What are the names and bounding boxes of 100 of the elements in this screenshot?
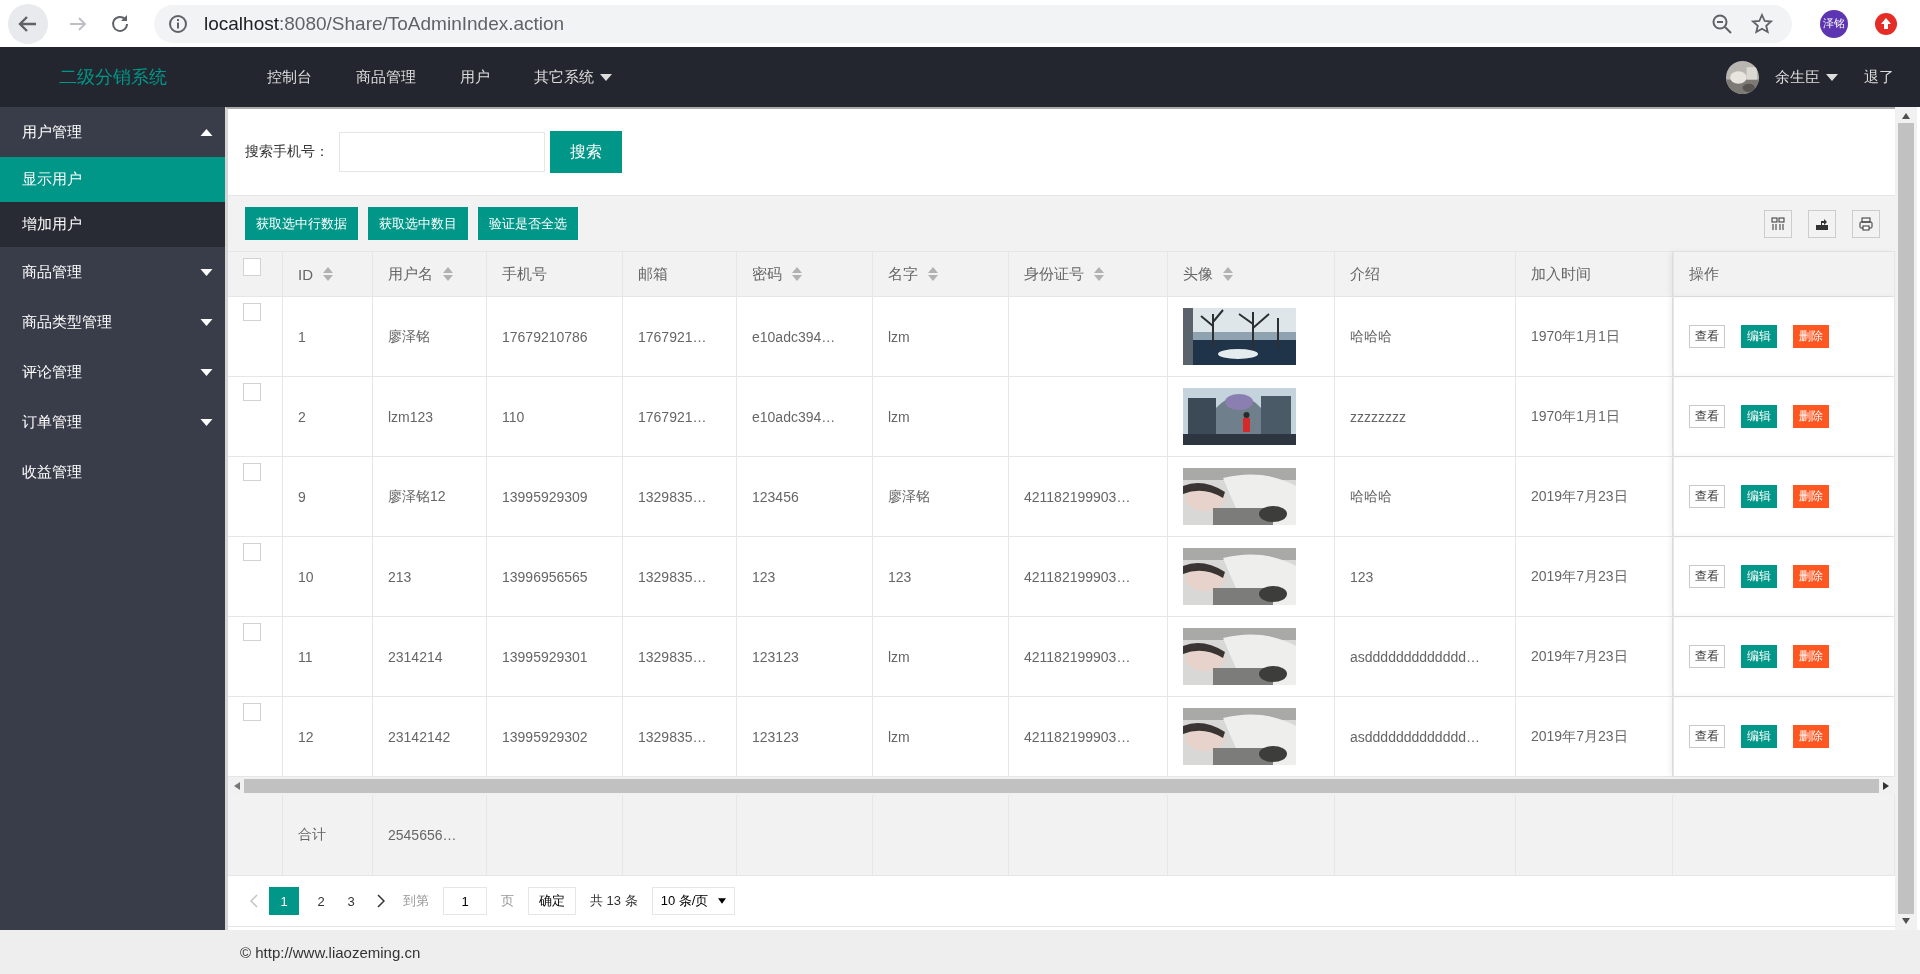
table-cell: lzm xyxy=(888,648,910,665)
nav-item[interactable]: 商品管理 xyxy=(334,67,438,87)
info-icon[interactable] xyxy=(168,13,188,34)
table-cell: 2019年7月23日 xyxy=(1531,727,1628,746)
column-header[interactable]: 用户名 xyxy=(388,264,453,284)
edit-button[interactable]: 编辑 xyxy=(1741,485,1777,508)
scroll-right-icon[interactable] xyxy=(1883,782,1889,790)
sort-icon[interactable] xyxy=(1223,267,1233,281)
sidebar-item[interactable]: 商品类型管理 xyxy=(0,297,225,347)
column-header[interactable]: 身份证号 xyxy=(1024,264,1104,284)
column-header: 操作 xyxy=(1689,264,1719,284)
nav-item[interactable]: 控制台 xyxy=(245,67,334,87)
table-cell: 2019年7月23日 xyxy=(1531,647,1628,666)
edit-button[interactable]: 编辑 xyxy=(1741,325,1777,348)
checkbox[interactable] xyxy=(243,543,261,561)
page-link[interactable]: 2 xyxy=(306,887,336,915)
view-button[interactable]: 查看 xyxy=(1689,725,1725,748)
sidebar-item[interactable]: 用户管理 xyxy=(0,107,225,157)
search-field[interactable] xyxy=(339,132,545,172)
column-header[interactable]: ID xyxy=(298,265,333,283)
table-cell: 421182199903… xyxy=(1024,648,1131,665)
edit-button[interactable]: 编辑 xyxy=(1741,565,1777,588)
caret-icon xyxy=(1826,73,1838,81)
view-button[interactable]: 查看 xyxy=(1689,325,1725,348)
table-cell: 1767921… xyxy=(638,408,707,425)
sort-icon[interactable] xyxy=(928,267,938,281)
search-label: 搜索手机号： xyxy=(245,143,329,161)
columns-icon[interactable] xyxy=(1764,209,1792,238)
table-cell: 廖泽铭 xyxy=(388,327,430,346)
table-cell: asddddddddddddd… xyxy=(1350,648,1480,665)
caret-icon xyxy=(200,318,213,326)
column-header[interactable]: 名字 xyxy=(888,264,938,284)
table-cell: 1767921… xyxy=(638,328,707,345)
table-cell: 421182199903… xyxy=(1024,488,1131,505)
confirm-button[interactable]: 确定 xyxy=(528,887,576,915)
logo-text[interactable]: 二级分销系统 xyxy=(0,65,225,89)
export-icon[interactable] xyxy=(1808,209,1836,238)
checkbox[interactable] xyxy=(243,258,261,276)
sidebar-item[interactable]: 收益管理 xyxy=(0,447,225,497)
edit-button[interactable]: 编辑 xyxy=(1741,645,1777,668)
star-icon[interactable] xyxy=(1750,11,1774,36)
sort-icon[interactable] xyxy=(443,267,453,281)
scrollbar-thumb[interactable] xyxy=(244,779,1879,793)
toolbar-button[interactable]: 获取选中行数据 xyxy=(245,207,358,240)
table-cell: 9 xyxy=(298,488,306,505)
edit-button[interactable]: 编辑 xyxy=(1741,405,1777,428)
goto-label: 到第 xyxy=(403,892,429,910)
horizontal-scrollbar[interactable] xyxy=(228,777,1895,795)
edit-button[interactable]: 编辑 xyxy=(1741,725,1777,748)
page-size-select[interactable]: 10 条/页 xyxy=(651,887,736,915)
nav-item[interactable]: 其它系统 xyxy=(512,67,634,87)
table-cell: 哈哈哈 xyxy=(1350,327,1392,346)
sort-icon[interactable] xyxy=(792,267,802,281)
page-input[interactable]: 1 xyxy=(443,887,487,915)
table-cell: lzm123 xyxy=(388,408,434,425)
user-menu[interactable]: 余生臣 xyxy=(1759,67,1854,87)
view-button[interactable]: 查看 xyxy=(1689,565,1725,588)
table-cell: 13995929302 xyxy=(502,728,588,745)
sidebar-subitem[interactable]: 显示用户 xyxy=(0,157,225,202)
table-cell: 1329835… xyxy=(638,488,707,505)
logout-link[interactable]: 退了 xyxy=(1854,67,1920,87)
checkbox[interactable] xyxy=(243,703,261,721)
dropdown-icon xyxy=(718,898,727,904)
print-icon[interactable] xyxy=(1852,209,1880,238)
extension-icon[interactable] xyxy=(1874,11,1898,36)
sort-icon[interactable] xyxy=(1094,267,1104,281)
scrollbar-thumb[interactable] xyxy=(1898,123,1914,914)
sidebar-subitem[interactable]: 增加用户 xyxy=(0,202,225,247)
nav-item[interactable]: 用户 xyxy=(438,67,512,87)
table-cell: 12 xyxy=(298,728,314,745)
view-button[interactable]: 查看 xyxy=(1689,645,1725,668)
view-button[interactable]: 查看 xyxy=(1689,405,1725,428)
checkbox[interactable] xyxy=(243,463,261,481)
search-button[interactable]: 搜索 xyxy=(550,131,622,173)
table-cell: lzm xyxy=(888,728,910,745)
profile-avatar[interactable]: 泽铭 xyxy=(1820,9,1848,38)
sidebar-item[interactable]: 订单管理 xyxy=(0,397,225,447)
checkbox[interactable] xyxy=(243,383,261,401)
vertical-scrollbar[interactable] xyxy=(1895,107,1917,930)
table-cell: 11 xyxy=(298,648,313,665)
next-page-icon[interactable] xyxy=(377,894,385,908)
checkbox[interactable] xyxy=(243,623,261,641)
column-header: 手机号 xyxy=(502,264,547,284)
scroll-down-icon[interactable] xyxy=(1902,918,1910,924)
page-link[interactable]: 3 xyxy=(336,887,366,915)
sort-icon[interactable] xyxy=(323,267,333,281)
back-icon[interactable] xyxy=(8,3,48,44)
toolbar-button[interactable]: 获取选中数目 xyxy=(368,207,468,240)
toolbar-button[interactable]: 验证是否全选 xyxy=(478,207,578,240)
column-header[interactable]: 头像 xyxy=(1183,264,1233,284)
address-bar[interactable]: localhost:8080/Share/ToAdminIndex.action xyxy=(154,4,1792,43)
table-cell: 17679210786 xyxy=(502,328,588,345)
scroll-up-icon[interactable] xyxy=(1902,113,1910,119)
column-header[interactable]: 密码 xyxy=(752,264,802,284)
checkbox[interactable] xyxy=(243,303,261,321)
page-link[interactable]: 1 xyxy=(269,887,299,915)
sidebar-item[interactable]: 商品管理 xyxy=(0,247,225,297)
view-button[interactable]: 查看 xyxy=(1689,485,1725,508)
scroll-left-icon[interactable] xyxy=(234,782,240,790)
sidebar-item[interactable]: 评论管理 xyxy=(0,347,225,397)
